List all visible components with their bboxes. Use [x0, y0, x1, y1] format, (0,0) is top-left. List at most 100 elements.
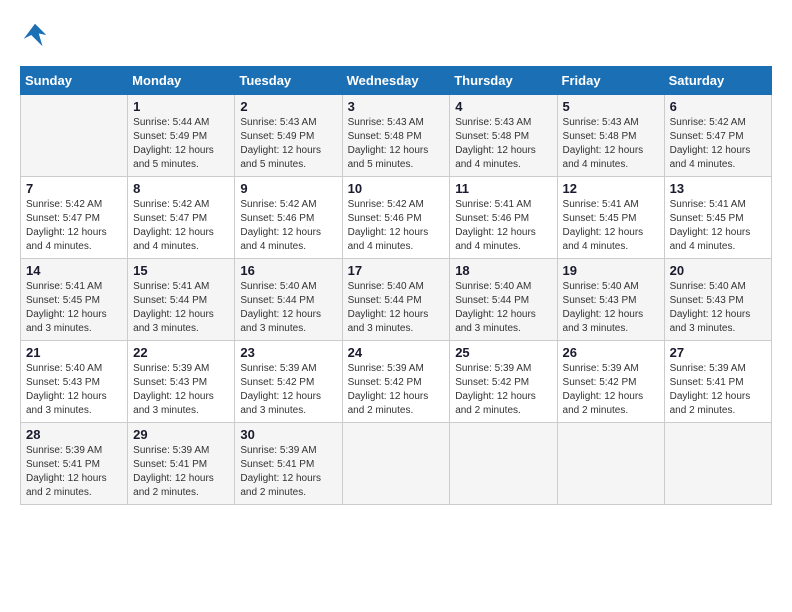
logo [20, 20, 54, 50]
day-number: 16 [240, 263, 336, 278]
calendar-cell [450, 423, 557, 505]
calendar-cell: 30 Sunrise: 5:39 AM Sunset: 5:41 PM Dayli… [235, 423, 342, 505]
calendar-cell: 15 Sunrise: 5:41 AM Sunset: 5:44 PM Dayli… [128, 259, 235, 341]
day-number: 20 [670, 263, 766, 278]
calendar-header: SundayMondayTuesdayWednesdayThursdayFrid… [21, 67, 772, 95]
cell-info: Sunrise: 5:39 AM Sunset: 5:42 PM Dayligh… [240, 362, 336, 418]
calendar-cell: 5 Sunrise: 5:43 AM Sunset: 5:48 PM Daylig… [557, 95, 664, 177]
week-row: 28 Sunrise: 5:39 AM Sunset: 5:41 PM Dayli… [21, 423, 772, 505]
day-number: 4 [455, 99, 551, 114]
calendar-cell: 24 Sunrise: 5:39 AM Sunset: 5:42 PM Dayli… [342, 341, 450, 423]
day-number: 7 [26, 181, 122, 196]
day-number: 17 [348, 263, 445, 278]
calendar-cell: 2Sunrise: 5:43 AM Sunset: 5:49 PM Daylig… [235, 95, 342, 177]
day-number: 22 [133, 345, 229, 360]
day-number: 8 [133, 181, 229, 196]
day-number: 2 [240, 99, 336, 114]
day-number: 29 [133, 427, 229, 442]
calendar-cell: 27 Sunrise: 5:39 AM Sunset: 5:41 PM Dayli… [664, 341, 771, 423]
cell-info: Sunrise: 5:41 AM Sunset: 5:45 PM Dayligh… [563, 198, 659, 254]
header-day-tuesday: Tuesday [235, 67, 342, 95]
week-row: 21 Sunrise: 5:40 AM Sunset: 5:43 PM Dayli… [21, 341, 772, 423]
calendar-cell: 20 Sunrise: 5:40 AM Sunset: 5:43 PM Dayli… [664, 259, 771, 341]
cell-info: Sunrise: 5:40 AM Sunset: 5:43 PM Dayligh… [26, 362, 122, 418]
cell-info: Sunrise: 5:42 AM Sunset: 5:47 PM Dayligh… [670, 116, 766, 172]
calendar-cell: 8 Sunrise: 5:42 AM Sunset: 5:47 PM Daylig… [128, 177, 235, 259]
calendar-cell: 28Sunrise: 5:39 AM Sunset: 5:41 PM Dayli… [21, 423, 128, 505]
cell-info: Sunrise: 5:39 AM Sunset: 5:42 PM Dayligh… [348, 362, 445, 418]
calendar-cell: 25Sunrise: 5:39 AM Sunset: 5:42 PM Dayli… [450, 341, 557, 423]
calendar-cell: 4 Sunrise: 5:43 AM Sunset: 5:48 PM Daylig… [450, 95, 557, 177]
day-number: 5 [563, 99, 659, 114]
cell-info: Sunrise: 5:40 AM Sunset: 5:44 PM Dayligh… [455, 280, 551, 336]
calendar-cell: 1 Sunrise: 5:44 AM Sunset: 5:49 PM Daylig… [128, 95, 235, 177]
week-row: 7 Sunrise: 5:42 AM Sunset: 5:47 PM Daylig… [21, 177, 772, 259]
calendar-cell: 6Sunrise: 5:42 AM Sunset: 5:47 PM Daylig… [664, 95, 771, 177]
calendar-cell: 17 Sunrise: 5:40 AM Sunset: 5:44 PM Dayli… [342, 259, 450, 341]
day-number: 14 [26, 263, 122, 278]
day-number: 27 [670, 345, 766, 360]
calendar-table: SundayMondayTuesdayWednesdayThursdayFrid… [20, 66, 772, 505]
calendar-cell: 11Sunrise: 5:41 AM Sunset: 5:46 PM Dayli… [450, 177, 557, 259]
day-number: 30 [240, 427, 336, 442]
cell-info: Sunrise: 5:44 AM Sunset: 5:49 PM Dayligh… [133, 116, 229, 172]
calendar-cell [557, 423, 664, 505]
day-number: 23 [240, 345, 336, 360]
week-row: 14 Sunrise: 5:41 AM Sunset: 5:45 PM Dayli… [21, 259, 772, 341]
cell-info: Sunrise: 5:40 AM Sunset: 5:43 PM Dayligh… [563, 280, 659, 336]
cell-info: Sunrise: 5:39 AM Sunset: 5:42 PM Dayligh… [563, 362, 659, 418]
calendar-cell: 7Sunrise: 5:42 AM Sunset: 5:47 PM Daylig… [21, 177, 128, 259]
cell-info: Sunrise: 5:39 AM Sunset: 5:41 PM Dayligh… [240, 444, 336, 500]
calendar-cell: 29 Sunrise: 5:39 AM Sunset: 5:41 PM Dayli… [128, 423, 235, 505]
calendar-cell: 14 Sunrise: 5:41 AM Sunset: 5:45 PM Dayli… [21, 259, 128, 341]
calendar-cell: 13 Sunrise: 5:41 AM Sunset: 5:45 PM Dayli… [664, 177, 771, 259]
day-number: 19 [563, 263, 659, 278]
day-number: 24 [348, 345, 445, 360]
cell-info: Sunrise: 5:40 AM Sunset: 5:44 PM Dayligh… [348, 280, 445, 336]
cell-info: Sunrise: 5:41 AM Sunset: 5:45 PM Dayligh… [670, 198, 766, 254]
day-number: 10 [348, 181, 445, 196]
cell-info: Sunrise: 5:43 AM Sunset: 5:48 PM Dayligh… [455, 116, 551, 172]
calendar-cell: 21 Sunrise: 5:40 AM Sunset: 5:43 PM Dayli… [21, 341, 128, 423]
cell-info: Sunrise: 5:42 AM Sunset: 5:46 PM Dayligh… [240, 198, 336, 254]
calendar-cell [342, 423, 450, 505]
header-day-wednesday: Wednesday [342, 67, 450, 95]
day-number: 1 [133, 99, 229, 114]
calendar-cell: 22Sunrise: 5:39 AM Sunset: 5:43 PM Dayli… [128, 341, 235, 423]
cell-info: Sunrise: 5:41 AM Sunset: 5:44 PM Dayligh… [133, 280, 229, 336]
cell-info: Sunrise: 5:39 AM Sunset: 5:41 PM Dayligh… [133, 444, 229, 500]
calendar-cell [664, 423, 771, 505]
cell-info: Sunrise: 5:43 AM Sunset: 5:48 PM Dayligh… [563, 116, 659, 172]
day-number: 28 [26, 427, 122, 442]
calendar-cell [21, 95, 128, 177]
calendar-cell: 19 Sunrise: 5:40 AM Sunset: 5:43 PM Dayli… [557, 259, 664, 341]
cell-info: Sunrise: 5:41 AM Sunset: 5:45 PM Dayligh… [26, 280, 122, 336]
day-number: 11 [455, 181, 551, 196]
header-day-friday: Friday [557, 67, 664, 95]
header-day-sunday: Sunday [21, 67, 128, 95]
day-number: 13 [670, 181, 766, 196]
calendar-cell: 16 Sunrise: 5:40 AM Sunset: 5:44 PM Dayli… [235, 259, 342, 341]
cell-info: Sunrise: 5:40 AM Sunset: 5:44 PM Dayligh… [240, 280, 336, 336]
header-day-thursday: Thursday [450, 67, 557, 95]
cell-info: Sunrise: 5:40 AM Sunset: 5:43 PM Dayligh… [670, 280, 766, 336]
cell-info: Sunrise: 5:42 AM Sunset: 5:47 PM Dayligh… [133, 198, 229, 254]
day-number: 21 [26, 345, 122, 360]
calendar-cell: 12 Sunrise: 5:41 AM Sunset: 5:45 PM Dayli… [557, 177, 664, 259]
page-header [20, 20, 772, 50]
header-day-saturday: Saturday [664, 67, 771, 95]
cell-info: Sunrise: 5:39 AM Sunset: 5:41 PM Dayligh… [670, 362, 766, 418]
calendar-cell: 3Sunrise: 5:43 AM Sunset: 5:48 PM Daylig… [342, 95, 450, 177]
cell-info: Sunrise: 5:42 AM Sunset: 5:46 PM Dayligh… [348, 198, 445, 254]
day-number: 18 [455, 263, 551, 278]
day-number: 15 [133, 263, 229, 278]
day-number: 26 [563, 345, 659, 360]
week-row: 1 Sunrise: 5:44 AM Sunset: 5:49 PM Daylig… [21, 95, 772, 177]
day-number: 12 [563, 181, 659, 196]
calendar-body: 1 Sunrise: 5:44 AM Sunset: 5:49 PM Daylig… [21, 95, 772, 505]
cell-info: Sunrise: 5:39 AM Sunset: 5:42 PM Dayligh… [455, 362, 551, 418]
logo-icon [20, 20, 50, 50]
calendar-cell: 9Sunrise: 5:42 AM Sunset: 5:46 PM Daylig… [235, 177, 342, 259]
header-row: SundayMondayTuesdayWednesdayThursdayFrid… [21, 67, 772, 95]
calendar-cell: 26 Sunrise: 5:39 AM Sunset: 5:42 PM Dayli… [557, 341, 664, 423]
